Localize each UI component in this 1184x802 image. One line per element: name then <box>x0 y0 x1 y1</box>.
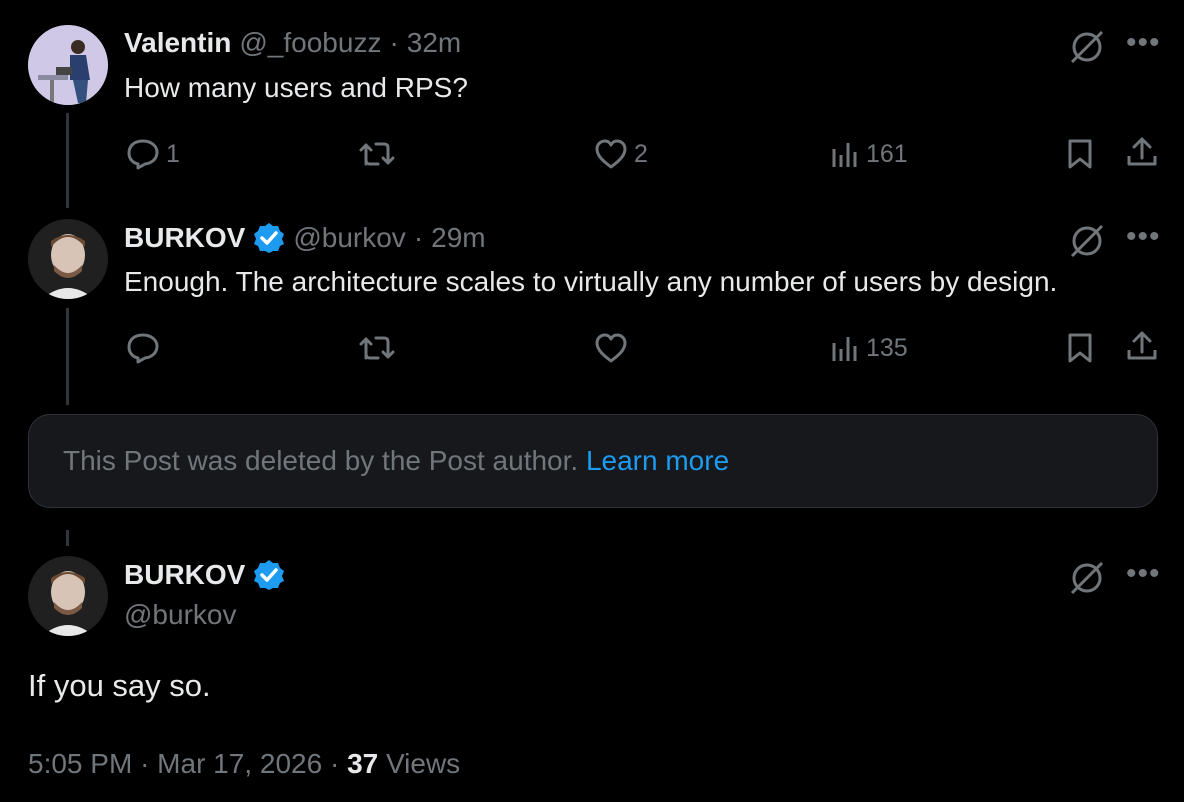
reply-button[interactable]: 1 <box>126 138 180 170</box>
author-handle[interactable]: @burkov <box>293 222 405 254</box>
author-handle[interactable]: @_foobuzz <box>239 27 381 59</box>
post-time[interactable]: 32m <box>407 27 461 59</box>
deleted-post-notice: This Post was deleted by the Post author… <box>28 414 1158 508</box>
retweet-icon <box>359 142 395 166</box>
separator: · <box>140 748 150 779</box>
separator: · <box>329 748 340 779</box>
verified-badge-icon <box>254 223 285 253</box>
post-text: How many users and RPS? <box>124 72 468 103</box>
like-icon <box>595 333 627 363</box>
more-icon[interactable]: ••• <box>1126 222 1161 252</box>
retweet-button[interactable] <box>358 140 402 168</box>
author-name[interactable]: BURKOV <box>124 559 245 591</box>
deleted-notice-text: This Post was deleted by the Post author… <box>63 445 729 477</box>
like-count: 2 <box>634 139 648 168</box>
avatar[interactable] <box>28 219 108 299</box>
views-count: 135 <box>866 334 908 362</box>
views-icon <box>832 336 857 361</box>
grok-icon[interactable] <box>1068 222 1106 260</box>
views-button[interactable]: 161 <box>830 140 908 169</box>
grok-icon[interactable] <box>1068 28 1106 66</box>
reply-button[interactable] <box>126 332 166 364</box>
reply-icon <box>127 333 159 364</box>
views-count: 37 <box>347 748 379 779</box>
post-timestamp: 5:05 PM · Mar 17, 2026 · 37 Views <box>28 748 460 780</box>
post-time[interactable]: 29m <box>431 222 485 254</box>
deleted-notice-label: This Post was deleted by the Post author… <box>63 445 579 476</box>
like-button[interactable]: 2 <box>594 138 648 170</box>
thread-line <box>66 308 69 405</box>
separator: · <box>413 222 424 253</box>
views-count: 161 <box>866 140 908 168</box>
thread-line <box>66 113 69 208</box>
views-icon <box>832 142 857 167</box>
share-icon[interactable] <box>1126 136 1158 168</box>
retweet-icon <box>359 336 395 360</box>
learn-more-link[interactable]: Learn more <box>586 445 729 476</box>
reply-count: 1 <box>166 139 180 168</box>
like-button[interactable] <box>594 332 634 364</box>
main-post-author: BURKOV <box>124 559 285 591</box>
reply-header: Valentin @_foobuzz · 32m <box>124 27 461 59</box>
bookmark-icon[interactable] <box>1066 138 1094 170</box>
share-icon[interactable] <box>1126 330 1158 362</box>
views-button[interactable]: 135 <box>830 334 908 363</box>
author-handle[interactable]: @burkov <box>124 599 236 631</box>
retweet-button[interactable] <box>358 334 402 362</box>
main-post-text: If you say so. <box>28 668 211 703</box>
like-icon <box>595 139 627 169</box>
reply-header: BURKOV @burkov · 29m <box>124 222 486 254</box>
post-date[interactable]: Mar 17, 2026 <box>157 748 322 779</box>
separator: · <box>389 27 399 58</box>
post-time[interactable]: 5:05 PM <box>28 748 132 779</box>
more-icon[interactable]: ••• <box>1126 28 1161 58</box>
author-name[interactable]: Valentin <box>124 27 231 59</box>
post-text: Enough. The architecture scales to virtu… <box>124 266 1058 297</box>
bookmark-icon[interactable] <box>1066 332 1094 364</box>
views-label: Views <box>386 748 461 779</box>
thread-line <box>66 530 69 546</box>
grok-icon[interactable] <box>1068 559 1106 597</box>
verified-badge-icon <box>254 560 285 590</box>
avatar[interactable] <box>28 556 108 636</box>
reply-icon <box>127 139 159 170</box>
author-name[interactable]: BURKOV <box>124 222 245 254</box>
avatar[interactable] <box>28 25 108 105</box>
more-icon[interactable]: ••• <box>1126 559 1161 589</box>
